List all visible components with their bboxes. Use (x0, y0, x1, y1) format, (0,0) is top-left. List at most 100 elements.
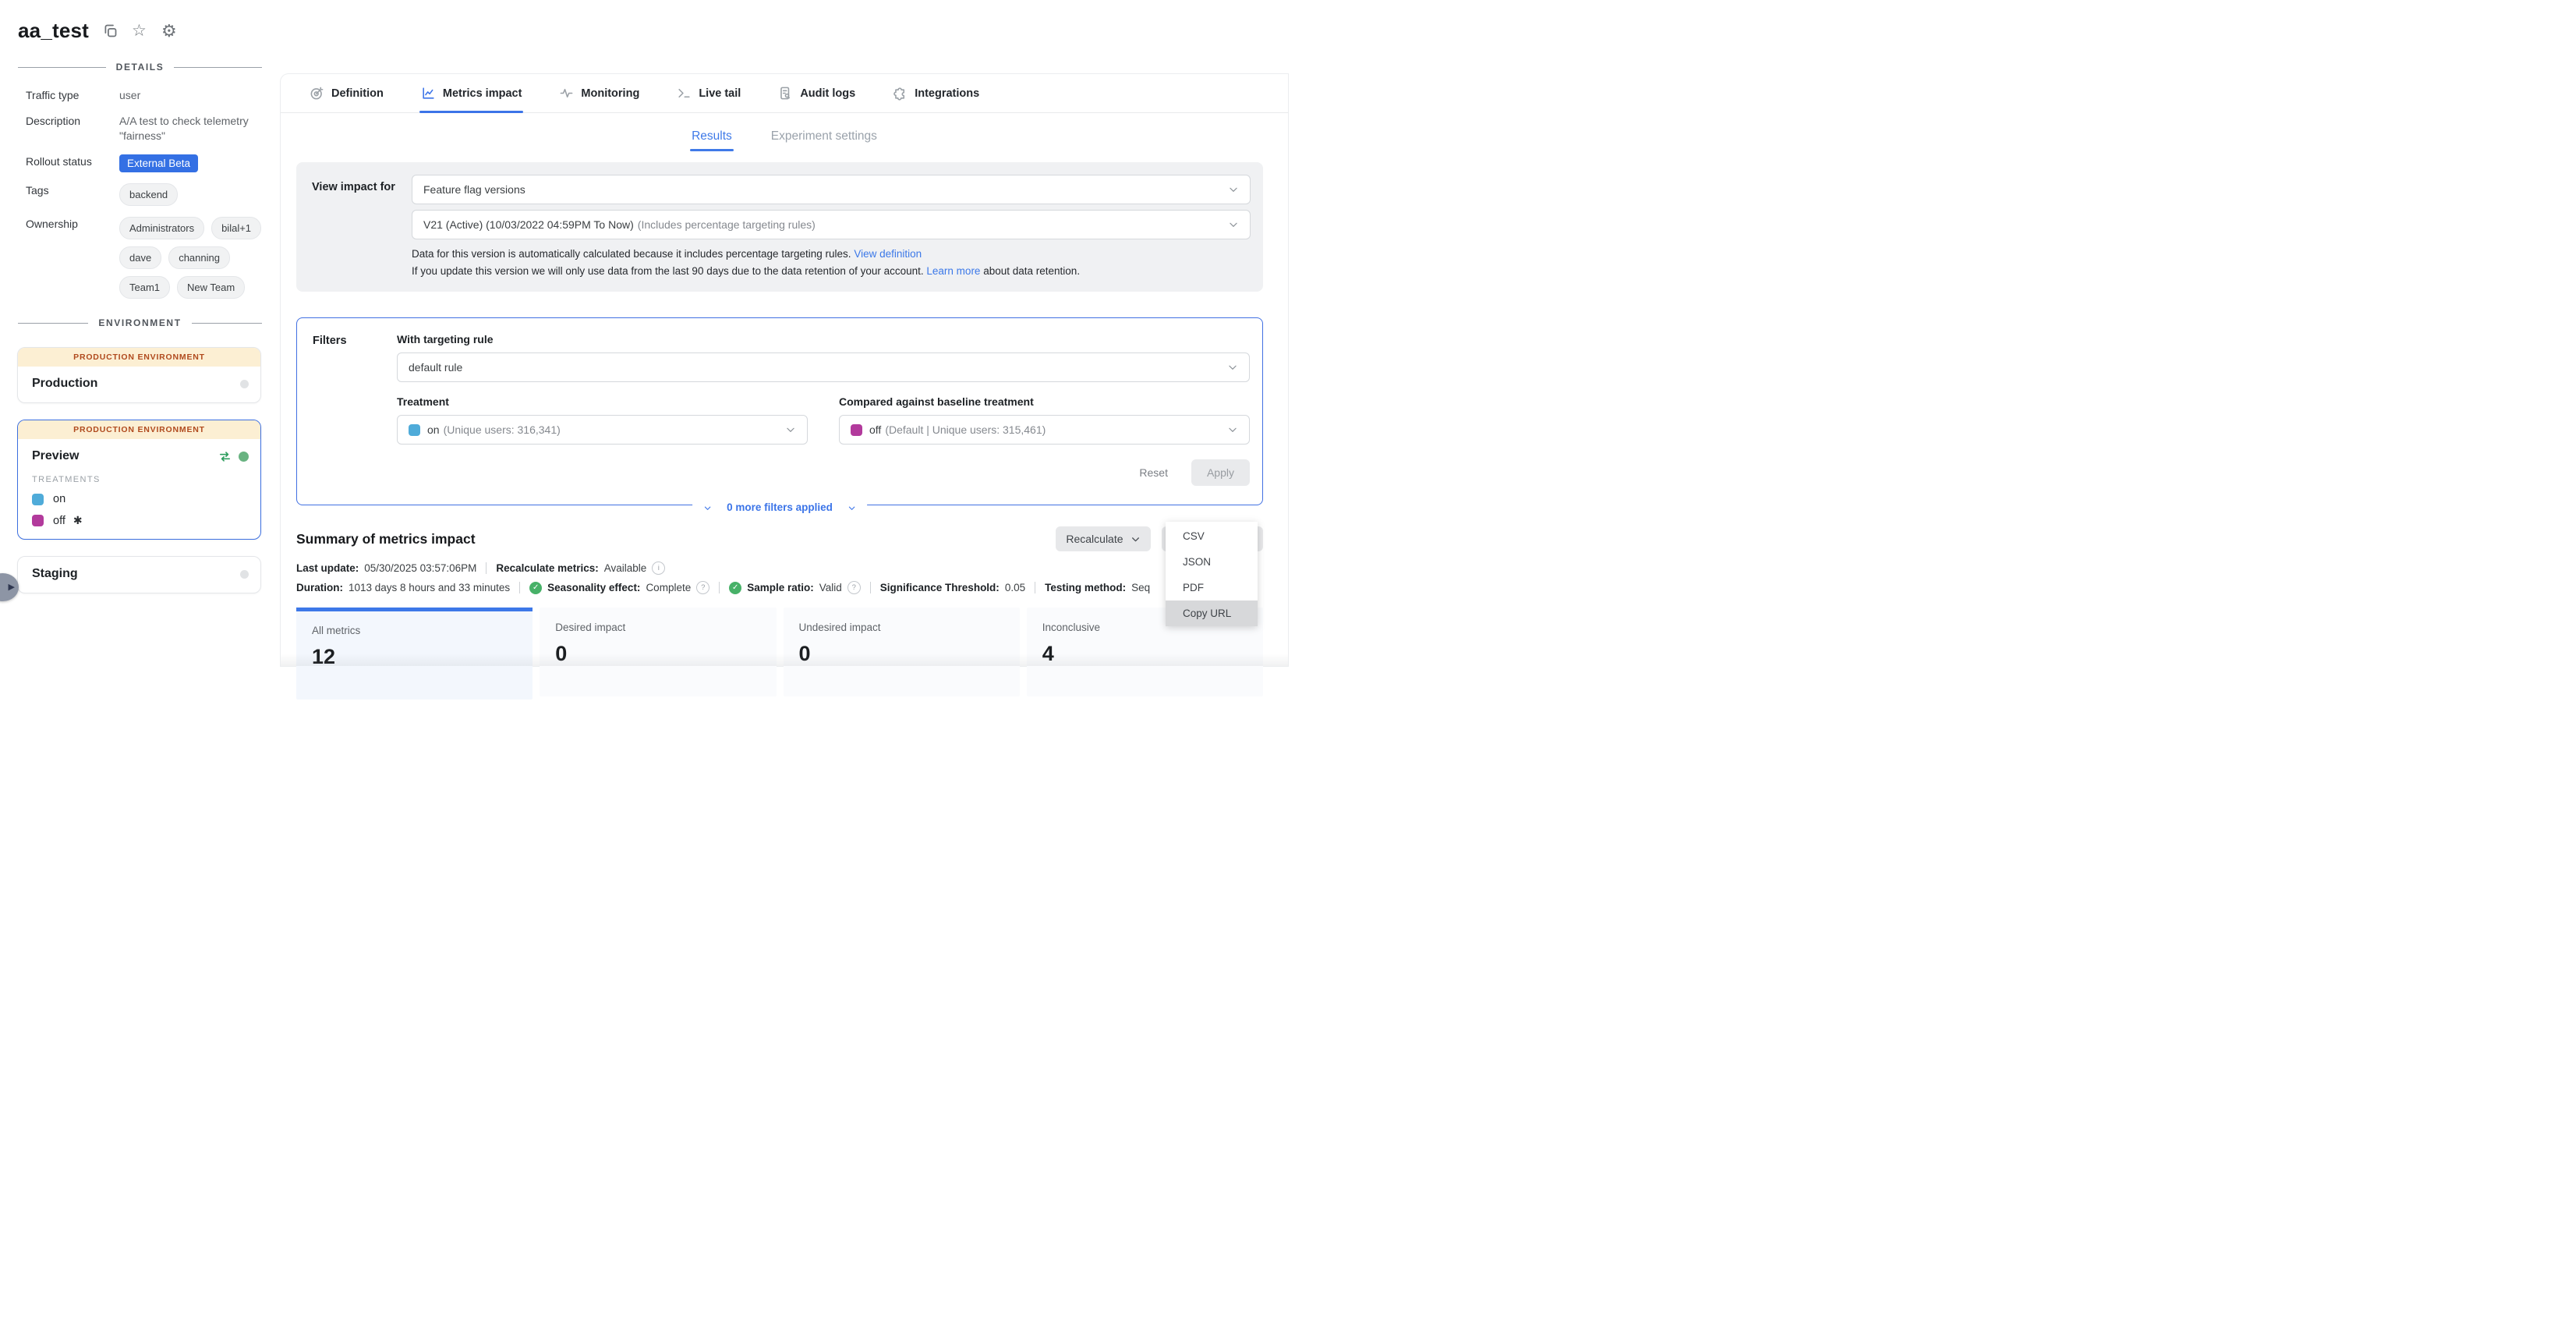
description-value: A/A test to check telemetry "fairness" (119, 114, 262, 143)
description-label: Description (26, 114, 119, 143)
share-results-menu: CSV JSON PDF Copy URL (1166, 522, 1258, 626)
version-note-2: If you update this version we will only … (412, 264, 1251, 279)
star-icon[interactable]: ☆ (132, 23, 148, 39)
owner-pill[interactable]: bilal+1 (211, 217, 261, 239)
env-name-staging: Staging (32, 567, 78, 581)
tab-integrations[interactable]: Integrations (891, 74, 981, 112)
menu-item-copy-url[interactable]: Copy URL (1166, 600, 1258, 626)
rollout-status-badge[interactable]: External Beta (119, 154, 198, 172)
metric-card-undesired-impact[interactable]: Undesired impact 0 (784, 608, 1020, 696)
details-section-divider: DETAILS (18, 62, 262, 73)
gear-icon[interactable]: ⚙ (161, 23, 178, 39)
owner-pill[interactable]: channing (168, 246, 230, 269)
tab-live-tail[interactable]: Live tail (675, 74, 742, 112)
env-card-production[interactable]: PRODUCTION ENVIRONMENT Production (17, 347, 261, 403)
filters-panel: Filters With targeting rule default rule… (296, 317, 1263, 505)
treatment-color-off (851, 424, 862, 436)
owner-pill[interactable]: Team1 (119, 276, 170, 299)
ownership-row: Ownership Administrators bilal+1 dave ch… (26, 217, 262, 299)
view-definition-link[interactable]: View definition (854, 248, 922, 260)
page-title: aa_test (18, 19, 89, 43)
treatment-row-on: on (32, 493, 249, 505)
tab-audit-logs[interactable]: Audit logs (777, 74, 857, 112)
view-impact-panel: View impact for Feature flag versions V2… (296, 162, 1263, 292)
treatments-label: TREATMENTS (32, 475, 249, 484)
chevron-down-icon (1227, 362, 1238, 373)
traffic-type-row: Traffic type user (26, 88, 262, 103)
status-dot-gray (240, 570, 249, 579)
env-name-production: Production (32, 377, 97, 391)
swap-arrows-icon (218, 450, 232, 463)
version-type-select[interactable]: Feature flag versions (412, 175, 1251, 204)
traffic-type-value: user (119, 88, 262, 103)
treatment-color-off (32, 515, 44, 526)
subtab-results[interactable]: Results (690, 125, 734, 151)
flag-header: aa_test ☆ ⚙ (0, 0, 274, 43)
bottom-scroll-fade (281, 654, 1288, 666)
metric-card-desired-impact[interactable]: Desired impact 0 (540, 608, 776, 696)
treatment-row-off: off ✱ (32, 514, 249, 527)
chevron-down-icon (1227, 424, 1238, 435)
traffic-type-label: Traffic type (26, 88, 119, 103)
summary-title: Summary of metrics impact (296, 531, 476, 547)
baseline-label: Compared against baseline treatment (839, 395, 1250, 408)
puzzle-icon (893, 86, 908, 101)
summary-section: Summary of metrics impact Recalculate Sh… (296, 526, 1263, 700)
details-section-label: DETAILS (116, 62, 165, 73)
tab-definition[interactable]: Definition (308, 74, 385, 112)
recalculate-button[interactable]: Recalculate (1056, 526, 1150, 551)
version-select[interactable]: V21 (Active) (10/03/2022 04:59PM To Now)… (412, 210, 1251, 239)
line-chart-icon (421, 86, 436, 101)
audit-log-icon (778, 86, 793, 101)
version-note-1: Data for this version is automatically c… (412, 246, 1251, 262)
check-circle-icon: ✓ (529, 582, 542, 594)
treatment-name-on: on (53, 493, 65, 505)
baseline-filter: Compared against baseline treatment off … (839, 395, 1250, 445)
treatment-select[interactable]: on (Unique users: 316,341) (397, 415, 808, 445)
menu-item-pdf[interactable]: PDF (1166, 575, 1258, 600)
help-icon[interactable]: ? (696, 581, 709, 594)
tags-row: Tags backend (26, 183, 262, 206)
menu-item-json[interactable]: JSON (1166, 549, 1258, 575)
owner-pill[interactable]: dave (119, 246, 161, 269)
summary-meta-line-1: Last update: 05/30/2025 03:57:06PM Recal… (296, 561, 1263, 575)
environment-section-divider: ENVIRONMENT (18, 317, 262, 328)
more-filters-toggle[interactable]: 0 more filters applied (692, 501, 867, 513)
sidebar-collapse-toggle[interactable]: ▶ (0, 573, 19, 601)
status-dot-green (239, 452, 249, 462)
panel-zone: View impact for Feature flag versions V2… (281, 151, 1288, 700)
production-environment-banner: PRODUCTION ENVIRONMENT (18, 420, 260, 439)
target-icon (310, 86, 324, 101)
content-card: Definition Metrics impact Monitoring Liv… (281, 74, 1288, 666)
results-subtab-bar: Results Experiment settings (281, 125, 1288, 151)
menu-item-csv[interactable]: CSV (1166, 523, 1258, 549)
main-area: Definition Metrics impact Monitoring Liv… (274, 0, 1288, 666)
owner-pill[interactable]: New Team (177, 276, 245, 299)
default-treatment-asterisk-icon: ✱ (73, 514, 83, 527)
owner-pill[interactable]: Administrators (119, 217, 204, 239)
description-row: Description A/A test to check telemetry … (26, 114, 262, 143)
details-list: Traffic type user Description A/A test t… (26, 88, 262, 299)
check-circle-icon: ✓ (729, 582, 741, 594)
learn-more-link[interactable]: Learn more (926, 265, 980, 277)
env-card-staging[interactable]: Staging (17, 556, 261, 593)
chevron-down-icon (1131, 534, 1141, 544)
info-icon[interactable]: i (652, 561, 665, 575)
treatment-color-on (409, 424, 420, 436)
targeting-rule-select[interactable]: default rule (397, 352, 1250, 382)
chevron-down-icon (703, 503, 712, 512)
env-card-preview[interactable]: PRODUCTION ENVIRONMENT Preview TREATMENT… (17, 420, 261, 540)
tab-monitoring[interactable]: Monitoring (557, 74, 641, 112)
tab-metrics-impact[interactable]: Metrics impact (419, 74, 524, 112)
pulse-icon (559, 86, 574, 101)
production-environment-banner: PRODUCTION ENVIRONMENT (18, 348, 260, 367)
filters-label: Filters (313, 333, 397, 486)
chevron-down-icon (785, 424, 796, 435)
apply-button[interactable]: Apply (1191, 459, 1250, 486)
subtab-experiment-settings[interactable]: Experiment settings (770, 125, 879, 151)
tag-pill[interactable]: backend (119, 183, 178, 206)
baseline-select[interactable]: off (Default | Unique users: 315,461) (839, 415, 1250, 445)
reset-button[interactable]: Reset (1138, 462, 1169, 484)
help-icon[interactable]: ? (847, 581, 861, 594)
copy-icon[interactable] (102, 23, 119, 39)
